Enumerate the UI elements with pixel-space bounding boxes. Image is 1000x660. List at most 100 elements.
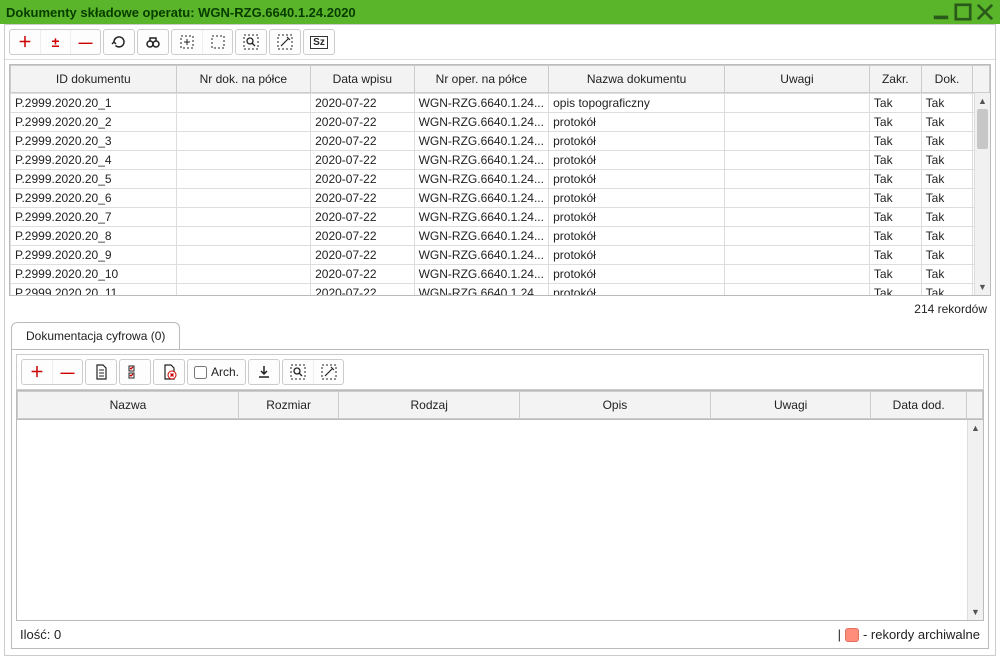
table-row[interactable]: P.2999.2020.20_52020-07-22WGN-RZG.6640.1… <box>11 170 990 189</box>
digital-zoom-button[interactable] <box>283 360 313 384</box>
cell-date: 2020-07-22 <box>311 189 414 208</box>
legend-text: - rekordy archiwalne <box>863 627 980 642</box>
close-button[interactable] <box>976 3 994 21</box>
table-row[interactable]: P.2999.2020.20_62020-07-22WGN-RZG.6640.1… <box>11 189 990 208</box>
table-row[interactable]: P.2999.2020.20_92020-07-22WGN-RZG.6640.1… <box>11 246 990 265</box>
scroll-up-arrow[interactable]: ▲ <box>975 93 990 109</box>
scroll-down-arrow[interactable]: ▼ <box>968 604 983 620</box>
digital-toolbar: ＋ — Arch. <box>16 354 984 390</box>
col-name[interactable]: Nazwa dokumentu <box>549 66 725 93</box>
minimize-button[interactable] <box>932 3 950 21</box>
arch-checkbox-group[interactable]: Arch. <box>187 359 246 385</box>
cell-date: 2020-07-22 <box>311 246 414 265</box>
cell-oper: WGN-RZG.6640.1.24... <box>414 151 549 170</box>
table-row[interactable]: P.2999.2020.20_72020-07-22WGN-RZG.6640.1… <box>11 208 990 227</box>
wand-select-button[interactable] <box>270 30 300 54</box>
scroll-up-arrow[interactable]: ▲ <box>968 420 983 436</box>
scrollbar-thumb[interactable] <box>977 109 988 149</box>
cell-zakr: Tak <box>869 284 921 296</box>
digital-delete-doc-button[interactable] <box>154 360 184 384</box>
col-scroll-spacer <box>973 66 990 93</box>
cell-uwagi <box>725 170 870 189</box>
sz-button[interactable]: Sz <box>304 30 334 54</box>
cell-id: P.2999.2020.20_5 <box>11 170 177 189</box>
digital-scrollbar[interactable]: ▲ ▼ <box>967 420 983 620</box>
cell-zakr: Tak <box>869 227 921 246</box>
cell-dok: Tak <box>921 94 973 113</box>
document-x-icon <box>161 364 177 380</box>
cell-oper: WGN-RZG.6640.1.24... <box>414 227 549 246</box>
cell-nr <box>176 246 311 265</box>
table-row[interactable]: P.2999.2020.20_102020-07-22WGN-RZG.6640.… <box>11 265 990 284</box>
digital-doc-button[interactable] <box>86 360 116 384</box>
cell-name: protokół <box>549 227 725 246</box>
col2-nazwa[interactable]: Nazwa <box>18 392 239 419</box>
documents-table-body[interactable]: P.2999.2020.20_12020-07-22WGN-RZG.6640.1… <box>10 93 990 295</box>
remove-button[interactable]: — <box>70 30 100 54</box>
cell-id: P.2999.2020.20_9 <box>11 246 177 265</box>
digital-wand-button[interactable] <box>313 360 343 384</box>
cell-oper: WGN-RZG.6640.1.24... <box>414 113 549 132</box>
cell-uwagi <box>725 189 870 208</box>
cell-nr <box>176 189 311 208</box>
col-nr[interactable]: Nr dok. na półce <box>176 66 311 93</box>
col2-opis[interactable]: Opis <box>520 392 711 419</box>
table-row[interactable]: P.2999.2020.20_8 2020-07-22WGN-RZG.6640.1… <box>11 227 990 246</box>
col-uwagi[interactable]: Uwagi <box>725 66 870 93</box>
select-area-1-button[interactable] <box>172 30 202 54</box>
select-area-2-button[interactable] <box>202 30 232 54</box>
col2-scroll-spacer <box>966 392 982 419</box>
tab-digital-docs[interactable]: Dokumentacja cyfrowa (0) <box>11 322 180 349</box>
digital-table-body[interactable]: ▲ ▼ <box>16 420 984 621</box>
col2-rozmiar[interactable]: Rozmiar <box>238 392 338 419</box>
table-row[interactable]: P.2999.2020.20_12020-07-22WGN-RZG.6640.1… <box>11 94 990 113</box>
checklist-icon <box>127 364 143 380</box>
col-dok[interactable]: Dok. <box>921 66 973 93</box>
col2-rodzaj[interactable]: Rodzaj <box>339 392 520 419</box>
cell-id: P.2999.2020.20_8 <box>11 227 177 246</box>
digital-check-button[interactable] <box>120 360 150 384</box>
table-row[interactable]: P.2999.2020.20_32020-07-22WGN-RZG.6640.1… <box>11 132 990 151</box>
cell-uwagi <box>725 94 870 113</box>
cell-nr <box>176 170 311 189</box>
arch-checkbox[interactable] <box>194 366 207 379</box>
refresh-button[interactable] <box>104 30 134 54</box>
select-dashed-plus-icon <box>179 34 195 50</box>
cell-name: protokół <box>549 170 725 189</box>
col-zakr[interactable]: Zakr. <box>869 66 921 93</box>
scroll-down-arrow[interactable]: ▼ <box>975 279 990 295</box>
cell-name: protokół <box>549 265 725 284</box>
col-id[interactable]: ID dokumentu <box>11 66 177 93</box>
cell-oper: WGN-RZG.6640.1.24... <box>414 132 549 151</box>
cell-uwagi <box>725 208 870 227</box>
col-date[interactable]: Data wpisu <box>311 66 414 93</box>
table-row[interactable]: P.2999.2020.20_22020-07-22WGN-RZG.6640.1… <box>11 113 990 132</box>
table-row[interactable]: P.2999.2020.20_112020-07-22WGN-RZG.6640.… <box>11 284 990 296</box>
digital-remove-button[interactable]: — <box>52 360 82 384</box>
cell-uwagi <box>725 151 870 170</box>
cell-zakr: Tak <box>869 265 921 284</box>
col-oper[interactable]: Nr oper. na półce <box>414 66 549 93</box>
cell-dok: Tak <box>921 246 973 265</box>
cell-zakr: Tak <box>869 246 921 265</box>
find-button[interactable] <box>138 30 168 54</box>
cell-name: opis topograficzny <box>549 94 725 113</box>
digital-download-button[interactable] <box>249 360 279 384</box>
cell-dok: Tak <box>921 284 973 296</box>
add-button[interactable]: ＋ <box>10 30 40 54</box>
cell-nr <box>176 265 311 284</box>
plus-icon: ＋ <box>18 32 32 52</box>
zoom-select-button[interactable] <box>236 30 266 54</box>
documents-scrollbar[interactable]: ▲ ▼ <box>974 93 990 295</box>
add-remove-button[interactable]: ± <box>40 30 70 54</box>
col2-uwagi[interactable]: Uwagi <box>710 392 871 419</box>
maximize-button[interactable] <box>954 3 972 21</box>
table-row[interactable]: P.2999.2020.20_42020-07-22WGN-RZG.6640.1… <box>11 151 990 170</box>
col2-data[interactable]: Data dod. <box>871 392 966 419</box>
cell-date: 2020-07-22 <box>311 227 414 246</box>
cell-uwagi <box>725 132 870 151</box>
cell-dok: Tak <box>921 132 973 151</box>
digital-add-button[interactable]: ＋ <box>22 360 52 384</box>
cell-id: P.2999.2020.20_6 <box>11 189 177 208</box>
legend-swatch <box>845 628 859 642</box>
